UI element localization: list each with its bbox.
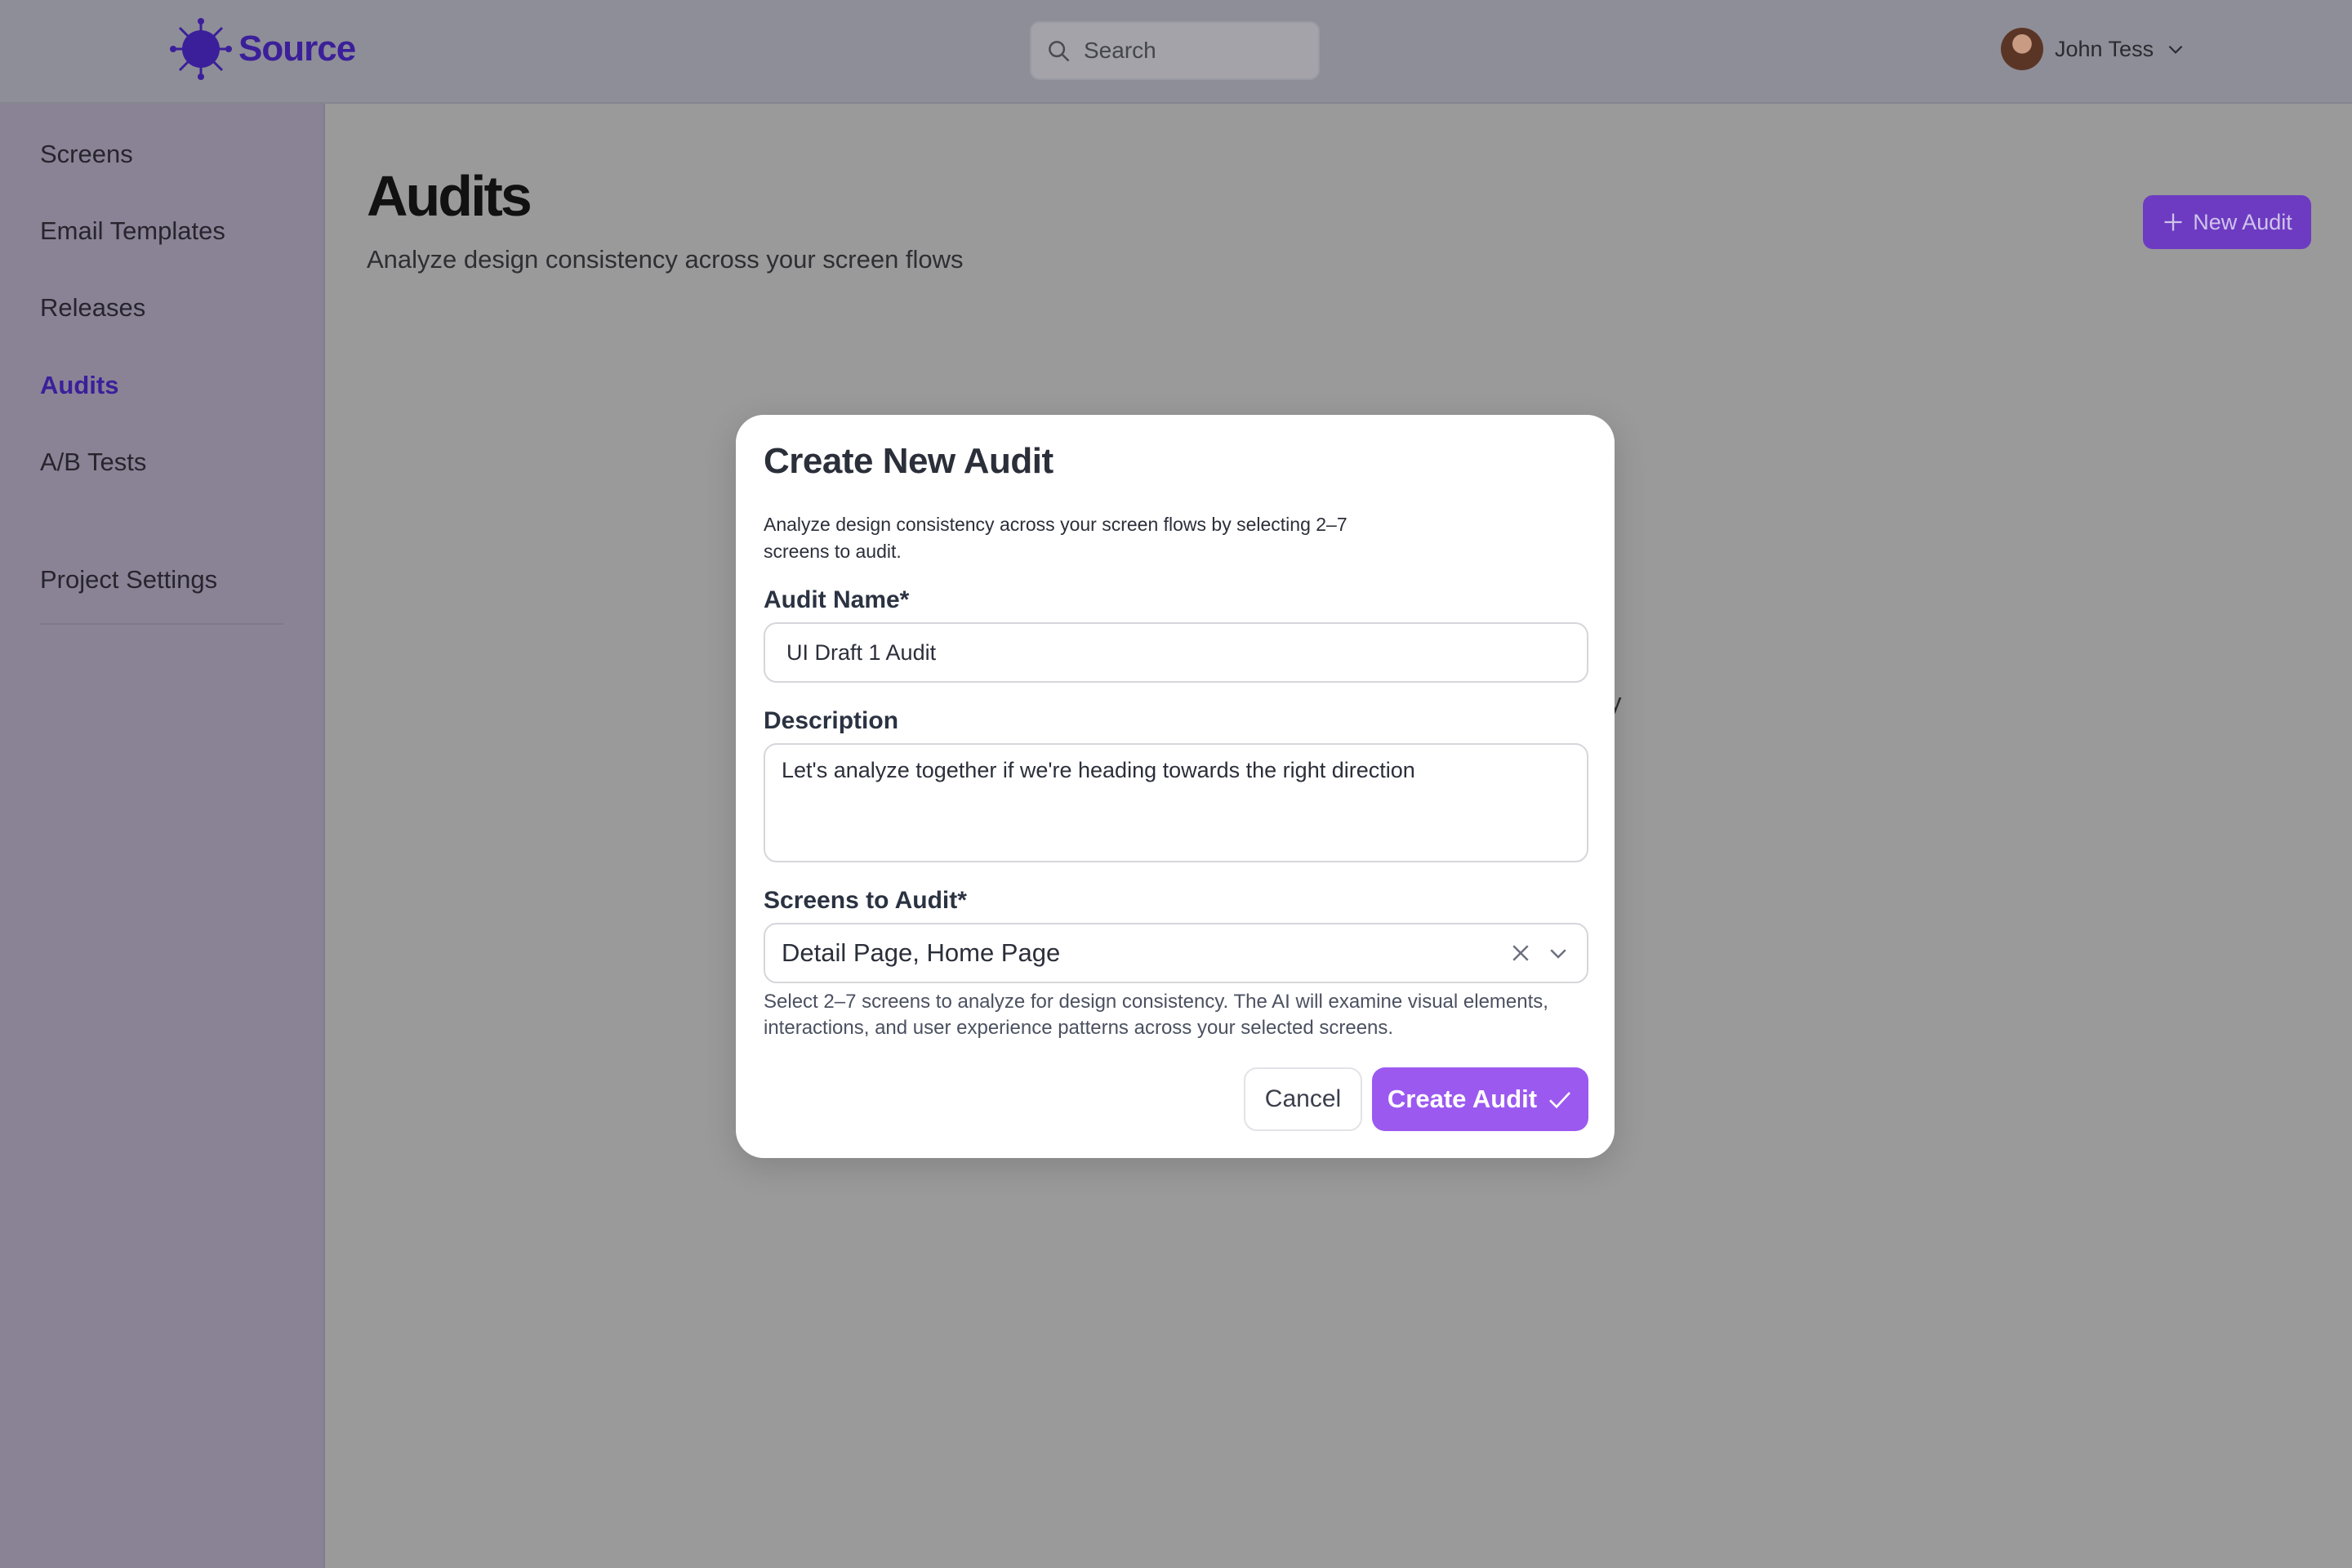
chevron-down-icon bbox=[2168, 45, 2183, 54]
sidebar-item-email-templates[interactable]: Email Templates bbox=[40, 216, 225, 246]
user-name: John Tess bbox=[2055, 36, 2154, 61]
plus-icon bbox=[2164, 213, 2182, 231]
user-menu[interactable]: John Tess bbox=[2001, 28, 2186, 70]
check-icon bbox=[1549, 1092, 1571, 1109]
sidebar-item-project-settings[interactable]: Project Settings bbox=[40, 565, 217, 595]
logo-icon bbox=[170, 18, 232, 80]
sidebar-item-ab-tests[interactable]: A/B Tests bbox=[40, 448, 146, 477]
description-field[interactable]: Let's analyze together if we're heading … bbox=[764, 743, 1588, 862]
dialog-title: Create New Audit bbox=[764, 441, 1054, 481]
cancel-button[interactable]: Cancel bbox=[1244, 1067, 1362, 1131]
sidebar-divider bbox=[40, 623, 283, 625]
new-audit-button[interactable]: New Audit bbox=[2143, 195, 2311, 249]
sidebar-item-audits[interactable]: Audits bbox=[40, 371, 118, 400]
description-label: Description bbox=[764, 707, 899, 734]
avatar bbox=[2001, 28, 2043, 70]
sidebar: Screens Email Templates Releases Audits … bbox=[0, 104, 325, 1568]
page-title: Audits bbox=[367, 164, 532, 228]
new-audit-label: New Audit bbox=[2193, 209, 2292, 234]
sidebar-item-releases[interactable]: Releases bbox=[40, 293, 145, 323]
page-subtitle: Analyze design consistency across your s… bbox=[367, 245, 964, 274]
create-audit-label: Create Audit bbox=[1387, 1085, 1538, 1113]
audit-name-label: Audit Name* bbox=[764, 586, 910, 613]
create-audit-dialog: Create New Audit Analyze design consiste… bbox=[736, 415, 1615, 1158]
logo[interactable]: Source bbox=[170, 18, 356, 80]
create-audit-button[interactable]: Create Audit bbox=[1372, 1067, 1588, 1131]
screens-helper-text: Select 2–7 screens to analyze for design… bbox=[764, 991, 1548, 1039]
search-icon bbox=[1049, 41, 1070, 62]
screens-select[interactable]: Detail Page, Home Page bbox=[764, 923, 1588, 983]
dialog-description: Analyze design consistency across your s… bbox=[764, 514, 1348, 562]
chevron-down-icon[interactable] bbox=[1546, 941, 1570, 965]
screens-label: Screens to Audit* bbox=[764, 887, 967, 914]
clear-icon[interactable] bbox=[1508, 941, 1533, 965]
sidebar-item-screens[interactable]: Screens bbox=[40, 140, 133, 169]
search-box[interactable]: Search bbox=[1030, 21, 1320, 80]
screens-select-value: Detail Page, Home Page bbox=[782, 938, 1061, 967]
audit-name-field[interactable]: UI Draft 1 Audit bbox=[764, 622, 1588, 683]
top-bar: Source Search John Tess bbox=[0, 0, 2352, 104]
search-input[interactable]: Search bbox=[1084, 38, 1156, 64]
brand-name: Source bbox=[238, 29, 356, 69]
